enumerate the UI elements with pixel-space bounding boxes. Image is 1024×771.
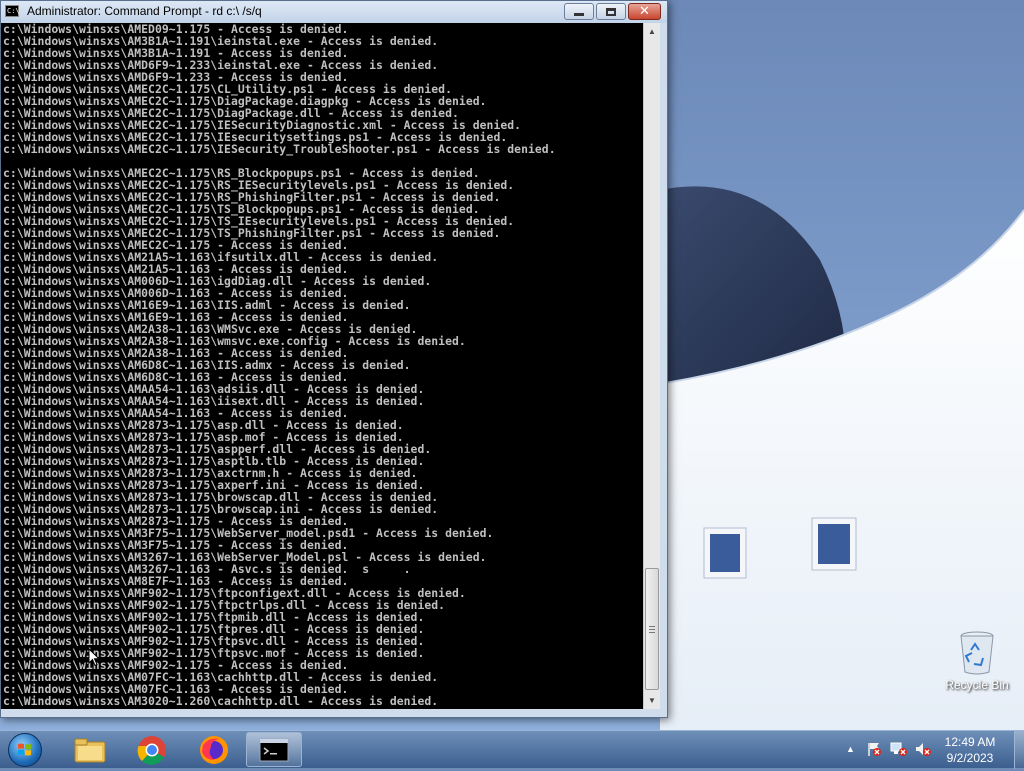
- maximize-icon: [606, 7, 616, 16]
- vertical-scrollbar[interactable]: ▲ ▼: [643, 23, 660, 709]
- window-title: Administrator: Command Prompt - rd c:\ /…: [27, 4, 262, 18]
- close-icon: ✕: [639, 4, 650, 19]
- start-button[interactable]: [8, 733, 42, 767]
- recycle-bin[interactable]: Recycle Bin: [942, 630, 1012, 692]
- close-button[interactable]: ✕: [628, 3, 661, 20]
- taskbar-firefox-button[interactable]: [186, 732, 242, 767]
- scrollbar-thumb[interactable]: [645, 568, 659, 690]
- console-line: c:\Windows\winsxs\AM3020~1.260\cachhttp.…: [3, 694, 439, 708]
- scroll-down-arrow-icon[interactable]: ▼: [644, 692, 660, 709]
- console-line: c:\Windows\winsxs\AMEC2C~1.175\IESecurit…: [3, 142, 556, 156]
- recycle-bin-label: Recycle Bin: [945, 678, 1009, 692]
- action-center-flag-icon[interactable]: [866, 741, 882, 757]
- show-desktop-button[interactable]: [1014, 731, 1024, 769]
- mouse-cursor-icon: [88, 648, 100, 667]
- minimize-button[interactable]: [564, 3, 594, 20]
- minimize-icon: [574, 13, 584, 16]
- taskbar-chrome-button[interactable]: [124, 732, 180, 767]
- taskbar-clock[interactable]: 12:49 AM 9/2/2023: [930, 734, 1010, 766]
- chrome-icon: [137, 735, 166, 765]
- scroll-up-arrow-icon[interactable]: ▲: [644, 23, 660, 40]
- taskbar-cmd-button[interactable]: [246, 732, 302, 767]
- grip-icon: [649, 626, 655, 633]
- show-hidden-icons-arrow-icon[interactable]: ▲: [846, 744, 855, 754]
- network-icon[interactable]: [890, 741, 908, 757]
- command-prompt-window[interactable]: C:\ Administrator: Command Prompt - rd c…: [0, 0, 668, 718]
- cmd-window-icon[interactable]: C:\: [5, 5, 20, 17]
- windows-logo-icon: [18, 743, 31, 756]
- console-output[interactable]: c:\Windows\winsxs\AMED09~1.175 - Access …: [1, 23, 643, 709]
- console-lines: c:\Windows\winsxs\AMED09~1.175 - Access …: [1, 23, 643, 707]
- firefox-icon: [200, 735, 228, 764]
- cmd-icon: [259, 738, 289, 761]
- maximize-button[interactable]: [596, 3, 626, 20]
- recycle-bin-icon: [960, 631, 994, 675]
- taskbar-explorer-button[interactable]: [62, 732, 118, 767]
- clock-date: 9/2/2023: [946, 751, 994, 765]
- clock-time: 12:49 AM: [944, 735, 996, 749]
- taskbar: ▲ 12:49 AM 9/2/2023: [0, 730, 1024, 769]
- window-titlebar[interactable]: C:\ Administrator: Command Prompt - rd c…: [1, 1, 667, 23]
- folder-icon: [74, 738, 106, 762]
